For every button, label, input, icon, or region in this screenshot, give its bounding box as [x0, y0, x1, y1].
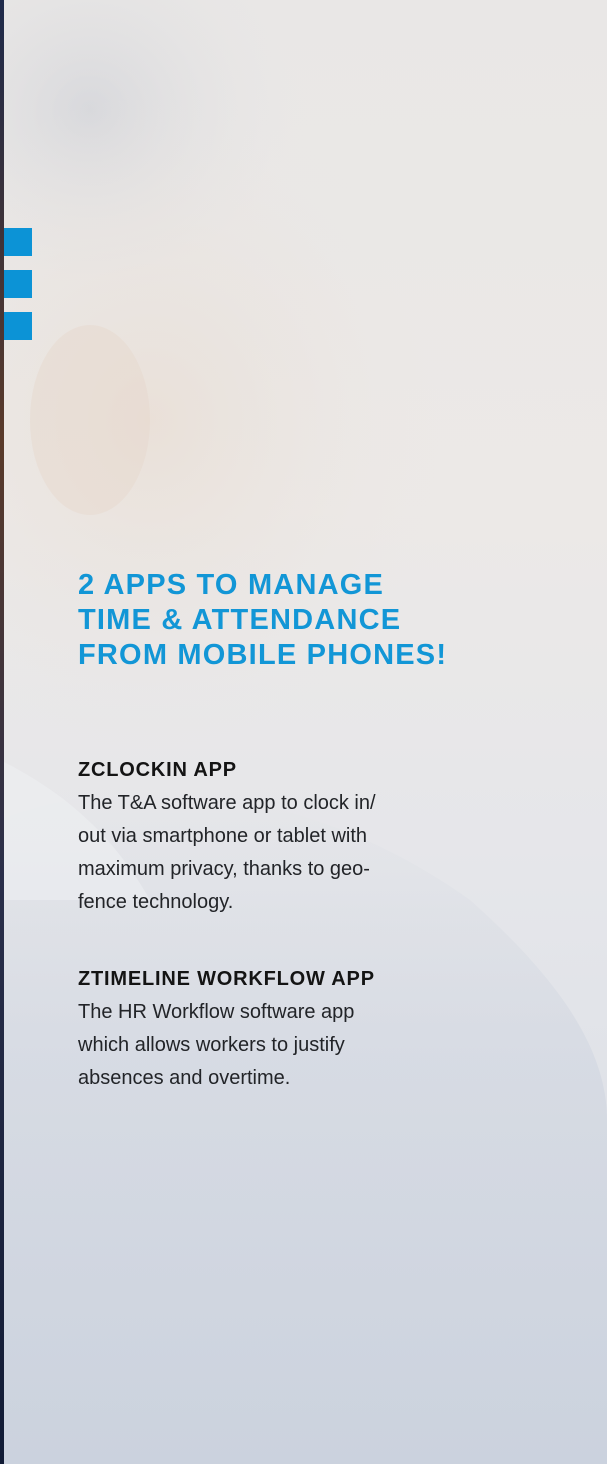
body-line: absences and overtime. — [78, 1067, 291, 1089]
ztimeline-section: ZTIMELINE WORKFLOW APP The HR Workflow s… — [78, 966, 498, 1095]
section-title: ZCLOCKIN APP — [78, 759, 237, 781]
section-title: ZTIMELINE WORKFLOW APP — [78, 968, 375, 990]
square-icon — [4, 228, 32, 256]
section-body: The T&A software app to clock in/ out vi… — [78, 787, 498, 919]
headline-line: 2 APPS TO MANAGE — [78, 569, 385, 601]
headline-line: TIME & ATTENDANCE — [78, 604, 402, 636]
body-line: out via smartphone or tablet with — [78, 825, 368, 847]
headline-line: FROM MOBILE PHONES! — [78, 639, 448, 671]
square-icon — [4, 270, 32, 298]
body-line: fence technology. — [78, 891, 234, 913]
background-photo — [0, 0, 607, 1464]
headline: 2 APPS TO MANAGE TIME & ATTENDANCE FROM … — [78, 568, 578, 673]
square-icon — [4, 312, 32, 340]
body-line: maximum privacy, thanks to geo- — [78, 858, 370, 880]
left-edge-strip — [0, 0, 4, 1464]
zclockin-section: ZCLOCKIN APP The T&A software app to clo… — [78, 757, 498, 919]
brochure-panel: 2 APPS TO MANAGE TIME & ATTENDANCE FROM … — [0, 0, 607, 1464]
body-line: The HR Workflow software app — [78, 1001, 355, 1023]
body-line: which allows workers to justify — [78, 1034, 345, 1056]
body-line: The T&A software app to clock in/ — [78, 792, 376, 814]
section-body: The HR Workflow software app which allow… — [78, 996, 498, 1095]
